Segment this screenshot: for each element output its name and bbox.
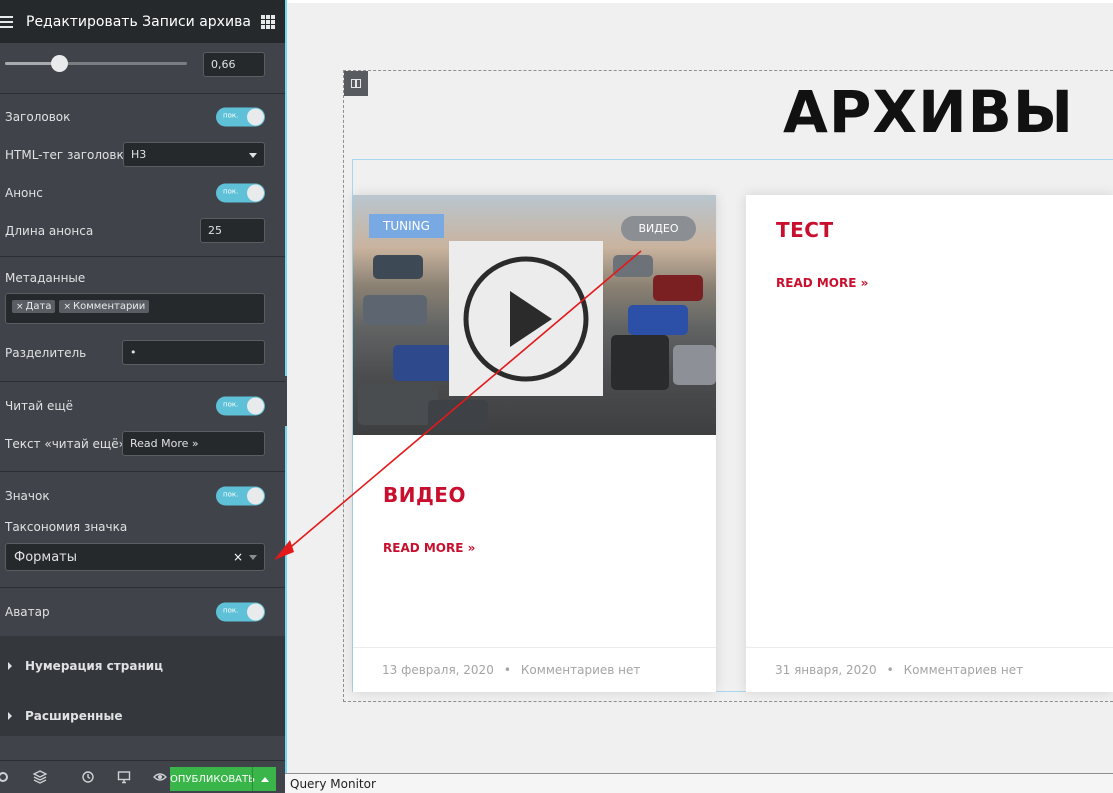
meta-tag-comments[interactable]: × Комментарии [59,300,150,313]
settings-gear-icon[interactable] [0,761,10,793]
title-toggle[interactable]: пок. [216,107,265,127]
excerpt-length-row: Длина анонса 25 [0,212,285,250]
excerpt-label: Анонс [5,186,43,200]
ratio-value-input[interactable]: 0,66 [203,52,265,77]
post-meta: 13 февраля, 2020 • Комментариев нет [353,647,716,692]
html-tag-value: H3 [131,148,147,161]
badge-taxonomy-select[interactable]: Форматы × [5,543,265,571]
title-toggle-text: пок. [223,111,239,120]
read-more-section: Читай ещё пок. Текст «читай ещё» Read Mo… [0,382,285,472]
ratio-slider-track[interactable] [5,55,187,72]
avatar-row: Аватар пок. [0,588,285,636]
query-monitor-label: Query Monitor [290,776,376,791]
editor-panel: Редактировать Записи архива 0,66 Заголов… [0,0,285,793]
excerpt-length-input[interactable]: 25 [200,218,265,243]
badge-section: Значок пок. Таксономия значка Форматы × [0,472,285,588]
post-title[interactable]: ТЕСТ [776,218,834,242]
publish-label: ОПУБЛИКОВАТЬ [170,773,255,785]
read-more-toggle[interactable]: пок. [216,396,265,416]
excerpt-toggle[interactable]: пок. [216,183,265,203]
history-icon[interactable] [70,761,106,793]
preview-canvas: АРХИВЫ TUNING ВИДЕО ВИДЕО READ MORE » 13… [287,0,1113,773]
post-meta: 31 января, 2020 • Комментариев нет [746,647,1113,692]
avatar-toggle-text: пок. [223,606,239,615]
panel-title: Редактировать Записи архива [26,13,251,30]
chevron-down-icon [249,555,257,560]
html-tag-label: HTML-тег заголовка [5,148,132,162]
post-title[interactable]: ВИДЕО [383,483,466,507]
post-card-test: ТЕСТ READ MORE » 31 января, 2020 • Комме… [746,195,1113,692]
post-comments[interactable]: Комментариев нет [521,663,640,677]
meta-separator: • [886,663,894,677]
avatar-toggle[interactable]: пок. [216,602,265,622]
pagination-section-label: Нумерация страниц [25,659,164,673]
meta-tag-date[interactable]: × Дата [12,300,56,313]
navigator-layers-icon[interactable] [10,761,70,793]
meta-tags-input[interactable]: × Дата × Комментарии [5,293,265,324]
chevron-down-icon [249,153,257,158]
html-tag-row: HTML-тег заголовка H3 [0,136,285,174]
separator-label: Разделитель [5,346,87,360]
badge-toggle-text: пок. [223,490,239,499]
responsive-desktop-icon[interactable] [106,761,142,793]
content-section: Заголовок пок. HTML-тег заголовка H3 Ано… [0,94,285,257]
meta-separator: • [503,663,511,677]
column-handle-icon[interactable] [344,71,368,96]
ratio-slider-section: 0,66 [0,43,285,94]
read-more-link[interactable]: READ MORE » [383,541,475,555]
video-play-icon[interactable] [449,241,603,396]
read-more-text-label: Текст «читай ещё» [5,437,126,451]
read-more-text-row: Текст «читай ещё» Read More » [0,425,285,463]
read-more-label: Читай ещё [5,399,74,413]
html-tag-select[interactable]: H3 [123,142,265,167]
panel-header: Редактировать Записи архива [0,0,285,43]
caret-right-icon [8,662,12,670]
post-card-video: TUNING ВИДЕО ВИДЕО READ MORE » 13 феврал… [353,195,716,692]
meta-section: Метаданные × Дата × Комментарии Разделител… [0,257,285,382]
panel-footer: ОПУБЛИКОВАТЬ [0,760,285,793]
read-more-link[interactable]: READ MORE » [776,276,868,290]
read-more-text-input[interactable]: Read More » [122,431,265,456]
excerpt-toggle-text: пок. [223,187,239,196]
hamburger-menu-icon[interactable] [0,0,18,43]
badge-label: Значок [5,489,50,503]
remove-tag-icon[interactable]: × [16,302,24,312]
archive-heading: АРХИВЫ [783,78,1074,146]
meta-label: Метаданные [5,271,86,285]
category-badge[interactable]: TUNING [369,214,444,238]
post-thumbnail[interactable]: TUNING ВИДЕО [353,195,716,435]
advanced-section-toggle[interactable]: Расширенные [0,696,285,736]
excerpt-length-label: Длина анонса [5,224,94,238]
remove-tag-icon[interactable]: × [63,302,71,312]
post-date: 13 февраля, 2020 [382,663,494,677]
read-more-toggle-text: пок. [223,400,239,409]
badge-toggle[interactable]: пок. [216,486,265,506]
ratio-slider-handle[interactable] [51,55,69,72]
query-monitor-bar[interactable]: Query Monitor [285,773,1113,793]
separator-input[interactable]: • [122,340,265,365]
title-label: Заголовок [5,110,71,124]
excerpt-row: Анонс пок. [0,174,285,212]
post-date: 31 января, 2020 [775,663,877,677]
advanced-section-label: Расширенные [25,709,123,723]
read-more-row: Читай ещё пок. [0,387,285,425]
publish-options-icon[interactable] [253,776,276,782]
badge-taxonomy-value: Форматы [14,549,78,565]
badge-row: Значок пок. [0,477,285,515]
avatar-section: Аватар пок. [0,588,285,636]
badge-taxonomy-label: Таксономия значка [5,520,128,534]
clear-selection-icon[interactable]: × [233,550,243,564]
format-badge[interactable]: ВИДЕО [621,216,696,241]
widgets-grid-icon[interactable] [261,14,275,29]
avatar-label: Аватар [5,605,50,619]
title-row: Заголовок пок. [0,98,285,136]
caret-right-icon [8,712,12,720]
pagination-section-toggle[interactable]: Нумерация страниц [0,646,285,686]
post-comments[interactable]: Комментариев нет [904,663,1023,677]
publish-button[interactable]: ОПУБЛИКОВАТЬ [170,767,276,791]
